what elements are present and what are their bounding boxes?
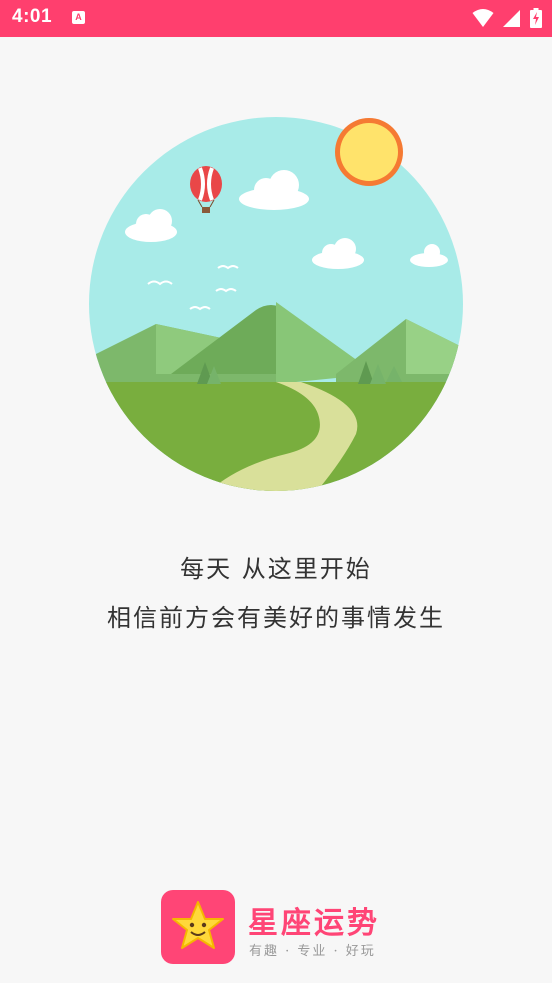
- app-tagline: 有趣 · 专业 · 好玩: [249, 944, 376, 959]
- status-bar: 4:01 A: [0, 0, 552, 37]
- slogan-line-2: 相信前方会有美好的事情发生: [107, 604, 445, 632]
- status-time: 4:01: [12, 6, 53, 27]
- star-icon: [172, 901, 224, 949]
- battery-charging-icon: [530, 8, 542, 28]
- app-logo: [161, 890, 235, 964]
- signal-icon: [502, 10, 520, 27]
- brand-block: 星座运势 有趣 · 专业 · 好玩: [161, 890, 401, 964]
- landscape-illustration: [89, 117, 463, 491]
- notification-a-letter: A: [75, 12, 82, 22]
- sun-icon: [335, 118, 403, 186]
- app-name: 星座运势: [248, 906, 380, 941]
- status-icons: [468, 8, 542, 28]
- notification-a-icon: A: [72, 11, 85, 24]
- slogan-line-1: 每天 从这里开始: [180, 555, 372, 583]
- wifi-icon: [472, 9, 494, 27]
